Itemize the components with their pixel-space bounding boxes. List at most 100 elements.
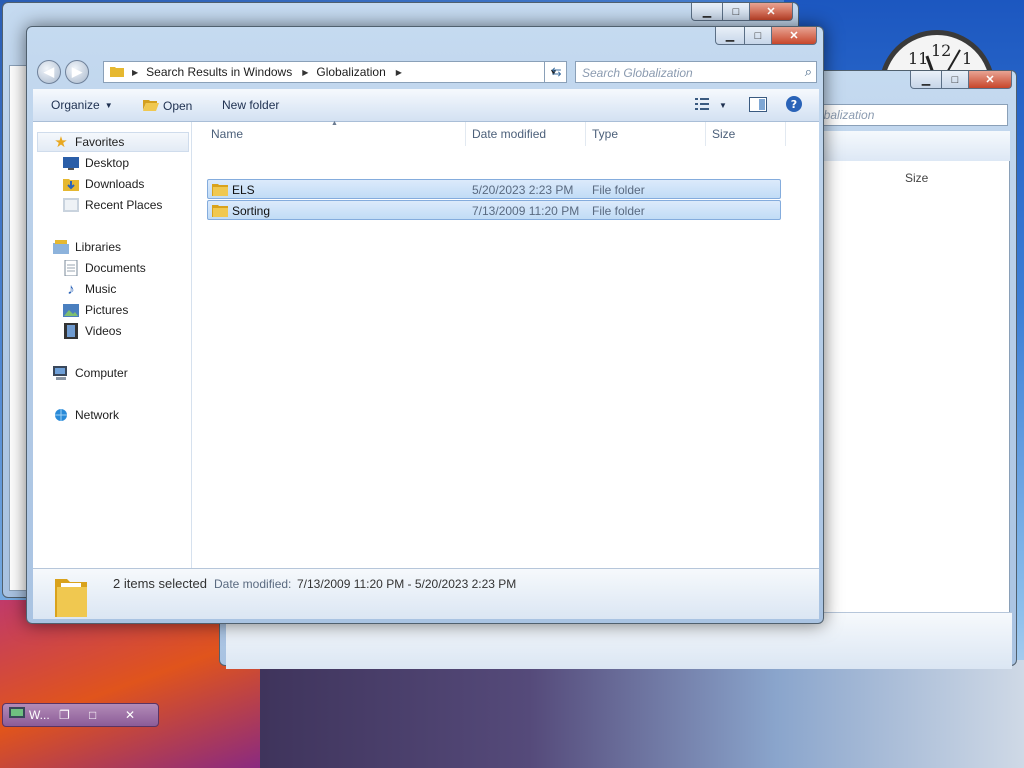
clock-number-12: 12 — [931, 41, 952, 60]
close-button[interactable]: ✕ — [771, 27, 817, 45]
file-row-sorting[interactable]: Sorting 7/13/2009 11:20 PM File folder — [207, 200, 781, 220]
maximize-button[interactable]: □ — [722, 3, 750, 21]
nav-label: Music — [85, 282, 117, 296]
help-button[interactable]: ? — [785, 95, 803, 116]
folder-icon — [110, 65, 124, 80]
folder-icon — [212, 182, 228, 199]
minimize-button[interactable]: ▁ — [715, 27, 745, 45]
selection-folder-icon — [53, 575, 89, 622]
maximize-button[interactable]: □ — [744, 27, 772, 45]
computer-icon — [53, 365, 69, 381]
nav-favorites[interactable]: ★ Favorites — [53, 133, 124, 151]
search-input[interactable]: Search Globalization ⌕ — [575, 61, 817, 83]
open-folder-icon — [143, 98, 159, 114]
address-bar[interactable]: ▶ Search Results in Windows ▶ Globalizat… — [103, 61, 567, 83]
pictures-icon — [63, 302, 79, 318]
network-icon — [53, 407, 69, 423]
desktop-icon — [63, 155, 79, 171]
content-area: ★ Favorites Desktop Downloads Recent Pla… — [33, 120, 819, 568]
help-icon: ? — [785, 95, 803, 116]
column-divider[interactable] — [585, 122, 586, 146]
breadcrumb-search-results[interactable]: Search Results in Windows — [146, 65, 292, 79]
close-button[interactable]: ✕ — [749, 3, 793, 21]
search-placeholder: Search Globalization — [582, 66, 693, 80]
search-icon[interactable]: ⌕ — [805, 64, 812, 80]
close-button[interactable]: ✕ — [125, 708, 135, 722]
nav-label: Pictures — [85, 303, 129, 317]
selection-count: 2 items selected — [113, 576, 207, 591]
sort-ascending-icon: ▲ — [331, 120, 338, 127]
column-header-size[interactable]: Size — [905, 171, 928, 185]
nav-videos[interactable]: Videos — [63, 322, 121, 340]
nav-network[interactable]: Network — [53, 406, 119, 424]
command-bar: Organize ▼ Open New folder ▼ ? — [33, 89, 819, 122]
nav-computer[interactable]: Computer — [53, 364, 128, 382]
back-button[interactable]: ◀ — [37, 60, 61, 84]
file-date: 7/13/2009 11:20 PM — [472, 204, 580, 218]
new-folder-label: New folder — [222, 98, 280, 112]
column-header-date-modified[interactable]: Date modified — [472, 127, 546, 141]
column-header-size[interactable]: Size — [712, 127, 735, 141]
window-icon — [9, 706, 25, 724]
chevron-down-icon[interactable]: ▼ — [719, 101, 727, 110]
nav-recent-places[interactable]: Recent Places — [63, 196, 162, 214]
forward-button[interactable]: ▶ — [65, 60, 89, 84]
details-pane: 2 items selected Date modified: 7/13/200… — [33, 568, 819, 619]
search-input[interactable]: obalization — [810, 104, 1008, 126]
close-button[interactable]: ✕ — [968, 71, 1012, 89]
column-divider[interactable] — [465, 122, 466, 146]
svg-text:?: ? — [791, 98, 797, 111]
open-button[interactable]: Open — [143, 98, 192, 114]
column-header-type[interactable]: Type — [592, 127, 618, 141]
chevron-right-icon[interactable]: ▶ — [132, 68, 138, 77]
desktop-wallpaper-bottom — [200, 660, 1024, 768]
clock-number-1: 1 — [962, 49, 973, 68]
refresh-button[interactable]: ⇆ — [544, 61, 568, 83]
documents-icon — [63, 260, 79, 276]
maximize-button[interactable]: □ — [941, 71, 969, 89]
file-row-els[interactable]: ELS 5/20/2023 2:23 PM File folder — [207, 179, 781, 199]
minimize-button[interactable]: ▁ — [691, 3, 723, 21]
chevron-right-icon[interactable]: ▶ — [396, 68, 402, 77]
column-divider[interactable] — [705, 122, 706, 146]
navigation-pane[interactable]: ★ Favorites Desktop Downloads Recent Pla… — [33, 122, 192, 568]
folder-icon — [212, 203, 228, 220]
file-name: Sorting — [232, 204, 271, 218]
chevron-right-icon[interactable]: ▶ — [302, 68, 308, 77]
change-view-button[interactable]: ▼ — [695, 97, 727, 114]
nav-label: Desktop — [85, 156, 130, 170]
nav-downloads[interactable]: Downloads — [63, 175, 144, 193]
file-name: ELS — [232, 183, 255, 197]
nav-music[interactable]: ♪ Music — [63, 280, 116, 298]
nav-label: Documents — [85, 261, 146, 275]
restore-button[interactable]: ❐ — [59, 708, 70, 722]
nav-desktop[interactable]: Desktop — [63, 154, 129, 172]
breadcrumb-globalization[interactable]: Globalization — [316, 65, 385, 79]
file-type: File folder — [592, 204, 645, 218]
nav-pictures[interactable]: Pictures — [63, 301, 128, 319]
explorer-window[interactable]: ▁ □ ✕ ◀ ▶ ▶ Search Results in Windows ▶ … — [26, 26, 824, 624]
nav-label: Videos — [85, 324, 122, 338]
nav-label: Recent Places — [85, 198, 163, 212]
maximize-button[interactable]: □ — [89, 708, 96, 722]
organize-button[interactable]: Organize ▼ — [51, 98, 113, 112]
new-folder-button[interactable]: New folder — [222, 98, 279, 112]
file-type: File folder — [592, 183, 645, 197]
nav-documents[interactable]: Documents — [63, 259, 146, 277]
chevron-down-icon: ▼ — [104, 100, 113, 110]
file-date: 5/20/2023 2:23 PM — [472, 183, 574, 197]
star-icon: ★ — [54, 134, 68, 151]
nav-label: Downloads — [85, 177, 145, 191]
minimized-window-title: W... — [29, 708, 50, 722]
date-modified-label: Date modified: — [214, 577, 292, 591]
column-divider[interactable] — [785, 122, 786, 146]
date-modified-value: 7/13/2009 11:20 PM - 5/20/2023 2:23 PM — [297, 577, 517, 591]
minimize-button[interactable]: ▁ — [910, 71, 942, 89]
minimized-window[interactable]: W... ❐ □ ✕ — [2, 703, 159, 727]
nav-libraries[interactable]: Libraries — [53, 238, 121, 256]
nav-label: Computer — [75, 366, 128, 380]
view-details-icon — [695, 97, 711, 114]
file-list[interactable]: ▲ Name Date modified Type Size ELS 5/20/… — [193, 120, 819, 568]
column-header-name[interactable]: Name — [211, 127, 243, 141]
preview-pane-button[interactable] — [749, 97, 767, 115]
